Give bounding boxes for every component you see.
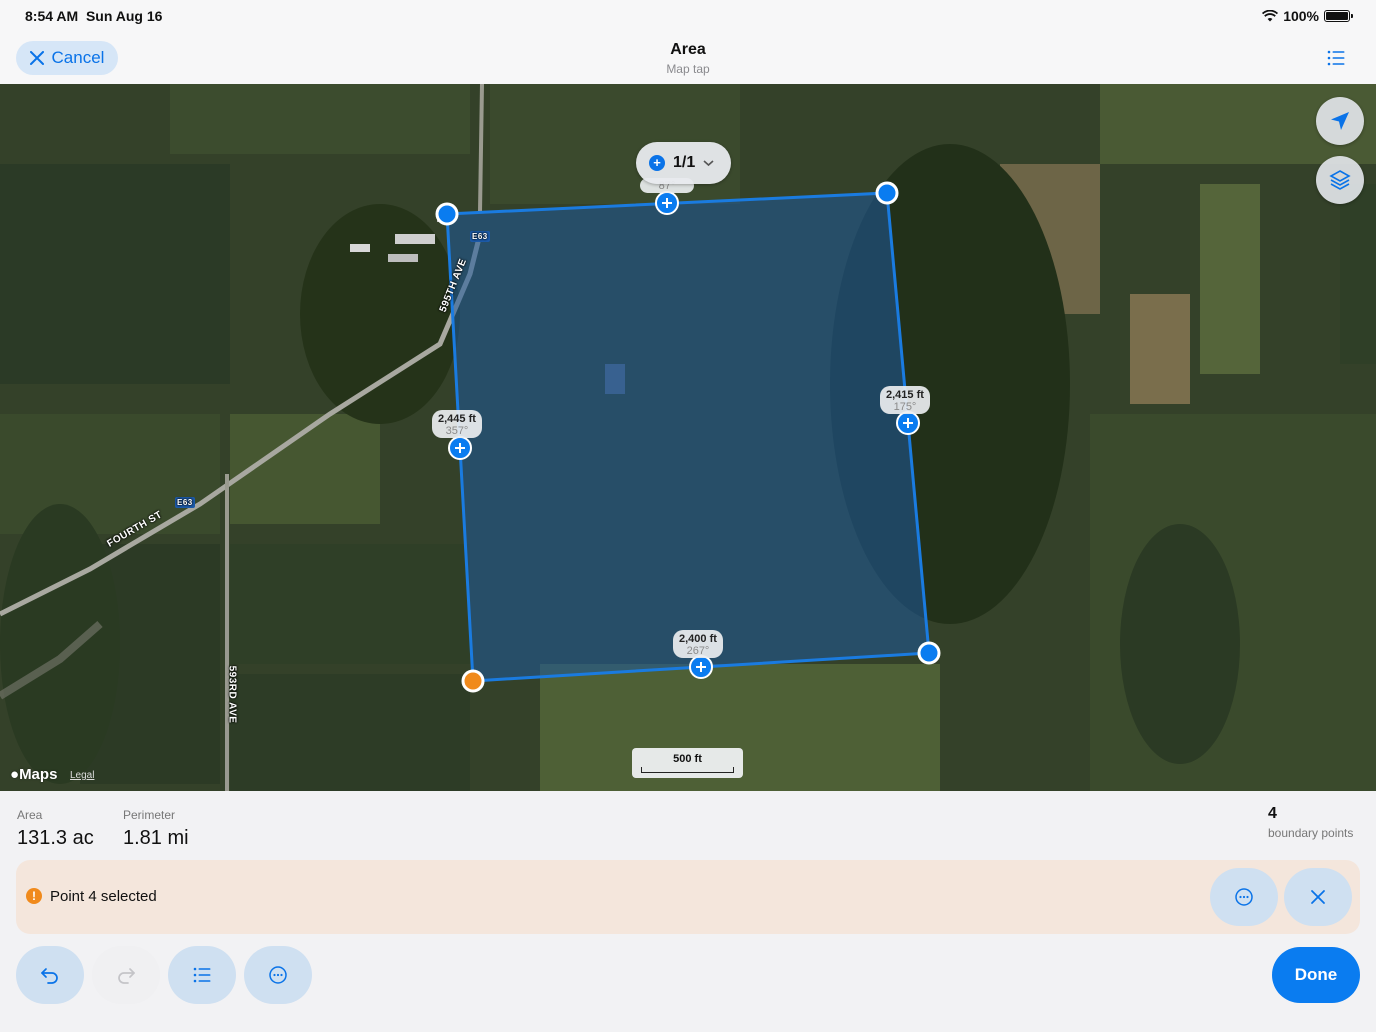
points-label: boundary points [1268,826,1354,840]
status-time: 8:54 AM Sun Aug 16 [25,8,163,24]
maps-attribution: ●Maps [10,766,58,783]
boundary-point-selected[interactable] [461,669,485,693]
status-date: Sun Aug 16 [85,8,163,24]
segment-selector[interactable]: + 1/1 [636,142,731,184]
status-indicators: 100% [1262,8,1353,24]
point-options-button[interactable] [1210,868,1278,926]
midpoint-handle[interactable] [655,191,679,215]
bottom-panel: Area 131.3 ac Perimeter 1.81 mi 4 bounda… [0,791,1376,1032]
map-scale: 500 ft [632,748,743,778]
nav-bar: Cancel Area Map tap [0,34,1376,84]
edge-label: 2,400 ft 267° [673,630,723,658]
wifi-icon [1262,10,1279,22]
layers-icon [1329,170,1351,190]
boundary-point[interactable] [875,181,899,205]
list-button[interactable] [1326,48,1348,70]
scale-label: 500 ft [673,753,702,765]
edge-distance: 2,415 ft [886,389,924,401]
points-count: 4 [1268,805,1277,822]
apple-logo-icon: ● [10,766,20,783]
edge-distance: 2,400 ft [679,633,717,645]
ellipsis-circle-icon [269,966,287,984]
perimeter-metric: Perimeter 1.81 mi [123,808,189,850]
perimeter-label: Perimeter [123,808,176,822]
location-arrow-icon [1331,112,1349,130]
ellipsis-circle-icon [1235,888,1253,906]
legal-link[interactable]: Legal [70,770,94,781]
list-icon [1327,50,1345,66]
road-shield: E63 [175,497,195,508]
locate-button[interactable] [1316,97,1364,145]
status-bar: 8:54 AM Sun Aug 16 100% [0,0,1376,34]
edge-distance: 2,445 ft [438,413,476,425]
midpoint-handle[interactable] [448,436,472,460]
perimeter-value: 1.81 mi [123,827,189,849]
more-options-button[interactable] [244,946,312,1004]
road-shield: E63 [470,231,490,242]
selection-text: Point 4 selected [50,888,157,905]
scale-bar [641,767,734,773]
done-button[interactable]: Done [1272,947,1360,1003]
alert-icon: ! [26,888,42,904]
undo-icon [41,968,58,984]
chevron-down-icon [703,160,714,167]
selection-bar: ! Point 4 selected [16,860,1360,934]
deselect-point-button[interactable] [1284,868,1352,926]
area-label: Area [17,808,43,822]
road-label: 593RD AVE [226,665,238,724]
edge-bearing: 267° [686,645,710,657]
undo-button[interactable] [16,946,84,1004]
close-icon [1311,890,1325,904]
battery-icon [1324,10,1353,22]
midpoint-handle[interactable] [689,655,713,679]
plus-icon: + [649,155,665,171]
page-subtitle: Map tap [666,62,710,76]
map-layers-button[interactable] [1316,156,1364,204]
list-icon [193,967,211,983]
area-shape [445,191,931,683]
area-value: 131.3 ac [17,827,94,849]
area-metric: Area 131.3 ac [17,808,94,850]
edge-bearing: 357° [445,425,469,437]
boundary-point[interactable] [917,641,941,665]
redo-button[interactable] [92,946,160,1004]
segment-label: 1/1 [673,154,696,171]
redo-icon [118,968,135,984]
battery-percent: 100% [1283,8,1319,24]
edge-label: 2,445 ft 357° [432,410,482,438]
midpoint-handle[interactable] [896,411,920,435]
points-list-button[interactable] [168,946,236,1004]
edge-bearing: 175° [893,401,917,413]
page-title: Area [670,41,706,58]
boundary-point[interactable] [435,202,459,226]
boundary-points-count: 4 boundary points [1268,805,1360,840]
edge-label: 2,415 ft 175° [880,386,930,414]
map-view[interactable]: 595TH AVE FOURTH ST 593RD AVE E63 E63 2,… [0,84,1376,791]
